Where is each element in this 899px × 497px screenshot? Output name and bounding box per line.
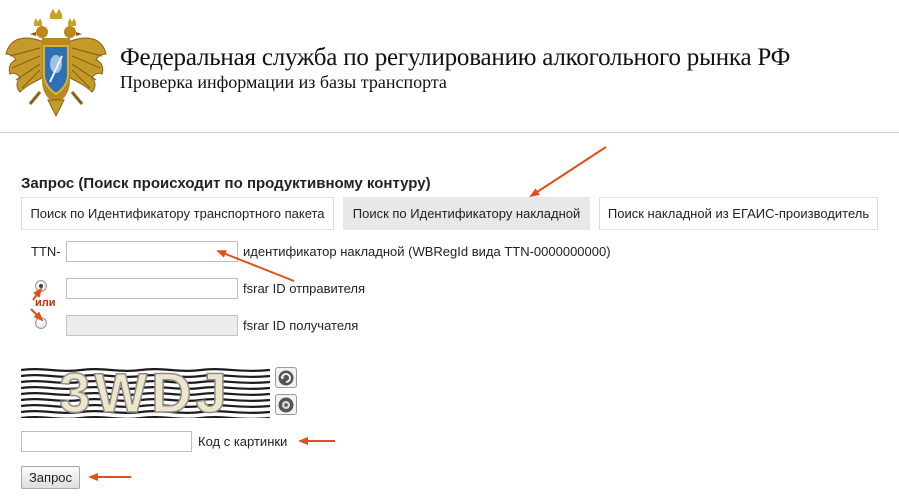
sender-radio[interactable] <box>35 280 47 292</box>
receiver-fsrar-id-input[interactable] <box>66 315 238 336</box>
receiver-fsrar-id-label: fsrar ID получателя <box>243 318 359 333</box>
site-title: Федеральная служба по регулированию алко… <box>120 44 791 71</box>
captcha-audio-button[interactable] <box>275 394 297 415</box>
ttn-hint-label: идентификатор накладной (WBRegId вида TT… <box>243 244 611 259</box>
site-subtitle: Проверка информации из базы транспорта <box>120 72 447 92</box>
captcha-image: 3WDJ <box>21 367 270 418</box>
or-label: или <box>35 297 56 309</box>
arrow-to-active-tab <box>529 146 607 198</box>
tab-egais-producer-waybill[interactable]: Поиск накладной из ЕГАИС-производитель <box>599 197 878 230</box>
request-title: Запрос (Поиск происходит по продуктивном… <box>21 175 431 192</box>
tab-transport-package-id[interactable]: Поиск по Идентификатору транспортного па… <box>21 197 334 230</box>
captcha-code-label: Код с картинки <box>198 434 288 449</box>
sender-fsrar-id-label: fsrar ID отправителя <box>243 281 366 296</box>
sender-fsrar-id-input[interactable] <box>66 278 238 299</box>
submit-request-button[interactable]: Запрос <box>21 466 80 489</box>
header: Федеральная служба по регулированию алко… <box>0 0 899 132</box>
captcha-text: 3WDJ <box>59 367 231 418</box>
captcha-code-input[interactable] <box>21 431 192 452</box>
double-headed-eagle-emblem-icon <box>5 9 107 118</box>
header-divider <box>0 132 899 133</box>
ttn-prefix-label: TTN- <box>31 244 61 259</box>
ttn-input[interactable] <box>66 241 238 262</box>
refresh-icon <box>278 370 294 386</box>
audio-icon <box>278 397 294 413</box>
receiver-radio[interactable] <box>35 317 47 329</box>
tab-waybill-id[interactable]: Поиск по Идентификатору накладной <box>343 197 590 230</box>
captcha-refresh-button[interactable] <box>275 367 297 388</box>
